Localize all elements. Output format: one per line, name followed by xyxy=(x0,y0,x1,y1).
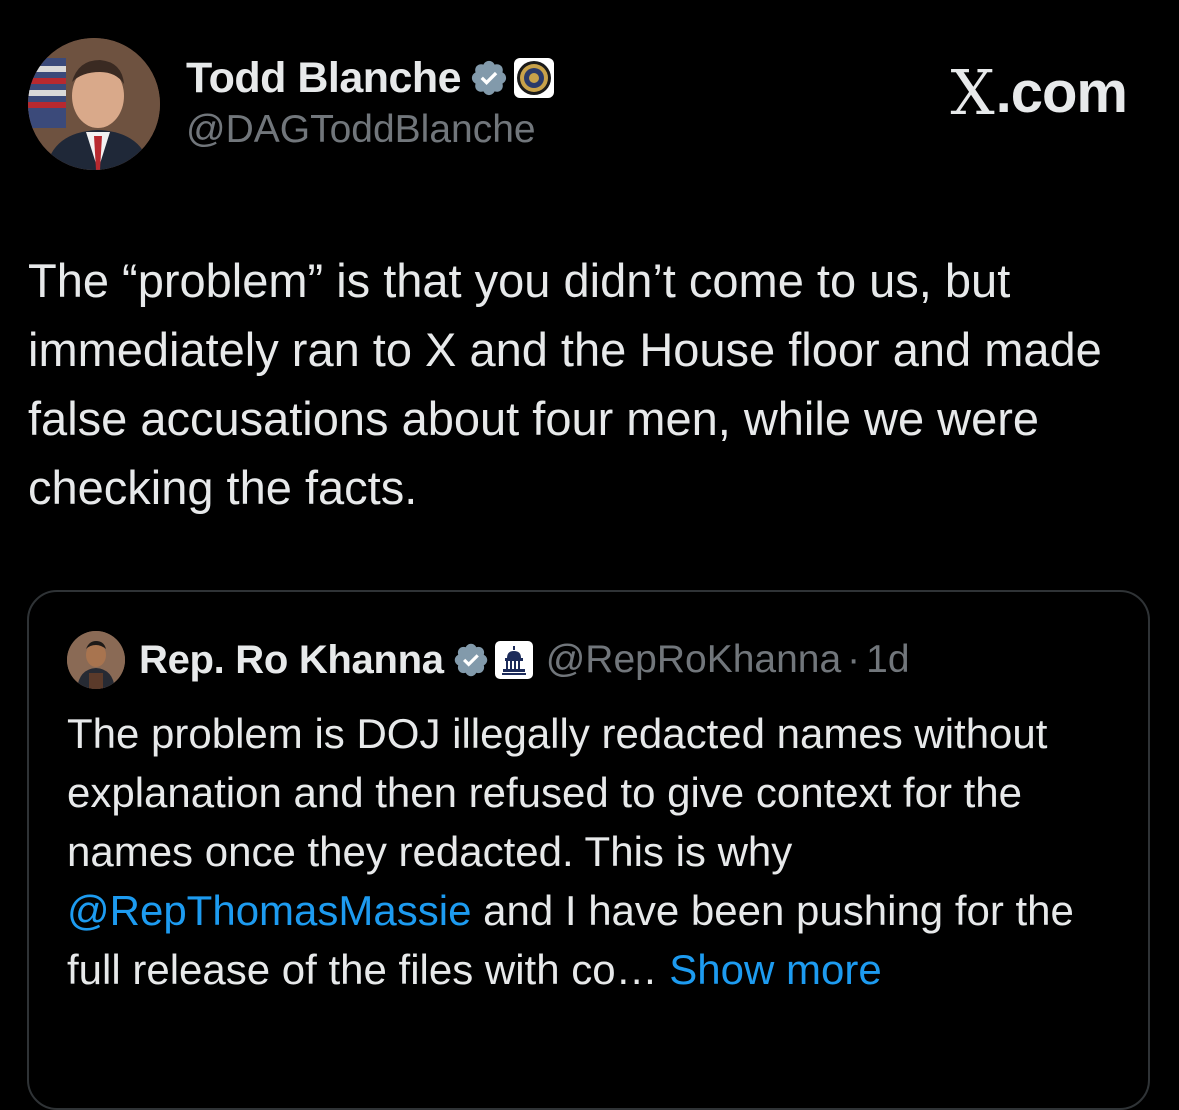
doj-seal-icon[interactable] xyxy=(513,57,555,99)
author-photo xyxy=(28,38,160,170)
quoted-text-part: The problem is DOJ illegally redacted na… xyxy=(67,710,1048,875)
author-handle[interactable]: @DAGToddBlanche xyxy=(186,108,536,152)
quoted-author-handle[interactable]: @RepRoKhanna xyxy=(546,638,841,682)
site-domain: .com xyxy=(995,60,1128,125)
separator-dot: · xyxy=(847,638,861,681)
quoted-tweet-timestamp[interactable]: 1d xyxy=(866,638,909,682)
house-democrats-icon[interactable] xyxy=(494,640,534,680)
x-logo-icon: X xyxy=(950,56,994,129)
tweet-text: The “problem” is that you didn’t come to… xyxy=(28,254,1102,514)
author-avatar[interactable] xyxy=(28,38,160,170)
quoted-author-name[interactable]: Rep. Ro Khanna xyxy=(139,638,444,683)
author-name-row: Todd Blanche xyxy=(186,52,555,104)
quoted-tweet-card[interactable]: Rep. Ro Khanna @RepRoKhanna · 1d The pro… xyxy=(27,590,1150,1110)
author-name[interactable]: Todd Blanche xyxy=(186,54,462,103)
show-more-link[interactable]: Show more xyxy=(669,946,881,993)
quoted-tweet-header: Rep. Ro Khanna @RepRoKhanna · 1d xyxy=(67,630,910,690)
quoted-author-avatar[interactable] xyxy=(67,631,125,689)
quoted-tweet-text: The problem is DOJ illegally redacted na… xyxy=(67,704,1127,999)
quoted-author-photo xyxy=(67,631,125,689)
verified-badge-icon xyxy=(452,641,490,679)
mention-link[interactable]: @RepThomasMassie xyxy=(67,887,471,934)
verified-badge-icon xyxy=(469,58,509,98)
site-watermark: X .com xyxy=(950,56,1128,129)
